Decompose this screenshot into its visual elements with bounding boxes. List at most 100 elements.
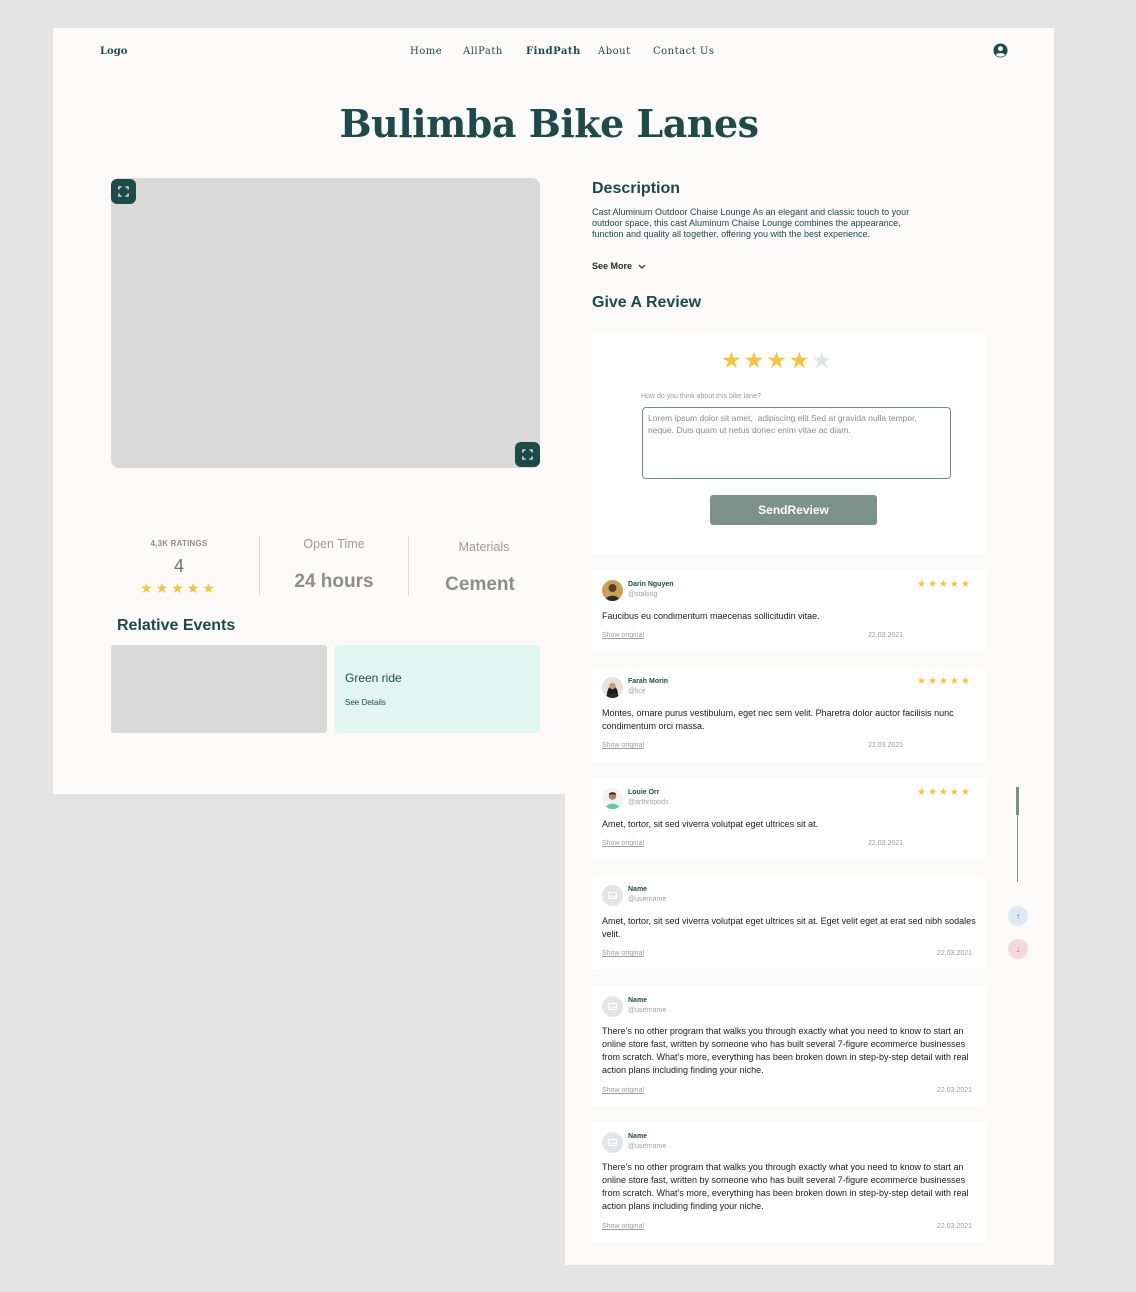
- star-icon: ★: [938, 787, 948, 798]
- star-icon: ★: [917, 787, 926, 798]
- review-date: 22.03.2021: [937, 1223, 973, 1230]
- materials-value: Cement: [445, 574, 515, 595]
- image-placeholder-icon: [608, 1003, 617, 1010]
- bike-lane-image: [111, 178, 540, 468]
- image-placeholder-icon: [608, 1139, 617, 1146]
- logo[interactable]: Logo: [100, 46, 127, 57]
- star-icon: ★: [949, 787, 959, 798]
- review-text: Faucibus eu condimentum maecenas sollici…: [602, 611, 820, 621]
- star-icon: ★: [927, 787, 937, 798]
- scroll-down-button[interactable]: ↓: [1008, 939, 1028, 959]
- materials-label: Materials: [458, 540, 510, 554]
- expand-icon: [522, 449, 533, 460]
- ratings-count-label: 4,3K RATINGS: [150, 539, 208, 548]
- review-card: Name @username There’s no other program …: [592, 1122, 986, 1242]
- reviewer-name: Name: [628, 886, 648, 893]
- star-icon: ★: [960, 676, 970, 687]
- reviewer-username: @lice: [628, 688, 646, 695]
- star-icon: ★: [186, 580, 200, 596]
- see-more-label: See More: [592, 261, 633, 271]
- review-date: 22.03.2021: [937, 1087, 973, 1094]
- show-original-link[interactable]: Show original: [602, 742, 644, 749]
- star-icon: ★: [917, 676, 926, 687]
- review-card: Louie Orr @arthropods ★ ★ ★ ★ ★ Amet, tortor…: [592, 778, 986, 859]
- open-time-value: 24 hours: [294, 571, 374, 592]
- star-icon: ★: [927, 676, 937, 687]
- reviewer-username: @arthropods: [628, 799, 669, 806]
- star-icon[interactable]: ★: [721, 347, 742, 374]
- star-icon: ★: [960, 787, 970, 798]
- reviewer-username: @username: [628, 1007, 667, 1014]
- description-heading: Description: [592, 180, 681, 197]
- review-text: Amet, tortor, sit sed viverra volutpat e…: [602, 819, 819, 829]
- nav-allpath[interactable]: AllPath: [463, 46, 503, 57]
- review-date: 22.03.2021: [868, 742, 904, 749]
- image-placeholder-icon: [608, 892, 617, 899]
- send-review-button[interactable]: SendReview: [710, 495, 877, 525]
- event-card[interactable]: Green ride See Details: [335, 645, 540, 733]
- star-icon: ★: [960, 579, 970, 590]
- star-icon[interactable]: ★: [766, 347, 787, 374]
- user-profile-icon[interactable]: [993, 43, 1008, 58]
- show-original-link[interactable]: Show original: [602, 950, 644, 957]
- show-original-link[interactable]: Show original: [602, 632, 644, 639]
- show-original-link[interactable]: Show original: [602, 1223, 644, 1230]
- reviewer-name: Darin Nguyen: [628, 581, 674, 588]
- reviewer-name: Farah Morin: [628, 678, 669, 685]
- rating-value: 4: [173, 556, 184, 576]
- star-icon: ★: [949, 676, 959, 687]
- rating-stars: ★ ★ ★ ★ ★: [140, 580, 215, 597]
- avatar: [602, 580, 623, 601]
- nav-about[interactable]: About: [598, 46, 631, 57]
- stat-divider: [408, 536, 409, 596]
- avatar: [602, 788, 623, 809]
- review-card: Darin Nguyen @staking ★ ★ ★ ★ ★ Faucibus eu …: [592, 570, 986, 651]
- star-icon[interactable]: ★: [744, 347, 765, 374]
- star-icon: ★: [202, 580, 215, 596]
- review-stars: ★ ★ ★ ★ ★: [917, 676, 970, 687]
- star-icon: ★: [938, 579, 948, 590]
- reviewer-name: Name: [628, 1133, 648, 1140]
- review-text: Amet, tortor, sit sed viverra volutpat e…: [602, 916, 976, 939]
- nav-home[interactable]: Home: [410, 46, 442, 57]
- star-icon: ★: [155, 580, 169, 596]
- star-icon[interactable]: ★: [789, 347, 810, 374]
- scrollbar-thumb[interactable]: [1016, 787, 1019, 815]
- review-card: Farah Morin @lice ★ ★ ★ ★ ★ Montes, ornare p…: [592, 667, 986, 762]
- give-review-heading: Give A Review: [592, 294, 702, 311]
- review-text: There’s no other program that walks you …: [602, 1026, 969, 1075]
- show-original-link[interactable]: Show original: [602, 840, 644, 847]
- expand-button-bottom[interactable]: [515, 442, 540, 467]
- review-text: Montes, ornare purus vestibulum, eget ne…: [602, 708, 954, 731]
- reviewer-name: Louie Orr: [628, 789, 660, 796]
- review-textarea[interactable]: Lorem ipsum dolor sit amet, adipiscing e…: [642, 407, 951, 479]
- review-prompt-label: How do you think about this bike lane?: [641, 393, 761, 400]
- see-more-button[interactable]: See More: [592, 261, 646, 271]
- review-stars: ★ ★ ★ ★ ★: [917, 787, 970, 798]
- star-icon: ★: [949, 579, 959, 590]
- review-text: There’s no other program that walks you …: [602, 1162, 969, 1211]
- avatar: [602, 677, 623, 698]
- avatar-placeholder: [602, 885, 623, 906]
- review-stars: ★ ★ ★ ★ ★: [917, 579, 970, 590]
- relative-events-heading: Relative Events: [117, 617, 236, 634]
- expand-button-top[interactable]: [111, 179, 136, 204]
- review-star-input[interactable]: ★ ★ ★ ★ ★: [721, 347, 832, 374]
- nav-findpath[interactable]: FindPath: [526, 46, 581, 57]
- star-icon: ★: [927, 579, 937, 590]
- star-icon: ★: [171, 580, 184, 596]
- star-icon-empty[interactable]: ★: [812, 347, 833, 374]
- reviewer-name: Name: [628, 997, 648, 1004]
- open-time-label: Open Time: [303, 537, 365, 551]
- review-card: Name @username There’s no other program …: [592, 986, 986, 1106]
- show-original-link[interactable]: Show original: [602, 1087, 644, 1094]
- avatar-placeholder: [602, 1132, 623, 1153]
- scroll-up-button[interactable]: ↑: [1008, 906, 1028, 926]
- nav-contact[interactable]: Contact Us: [653, 46, 714, 57]
- reviewer-username: @staking: [628, 591, 658, 598]
- event-image: [111, 645, 327, 733]
- star-icon: ★: [938, 676, 948, 687]
- review-date: 22.03.2021: [868, 840, 904, 847]
- reviewer-username: @username: [628, 896, 667, 903]
- event-see-details-link[interactable]: See Details: [345, 698, 386, 707]
